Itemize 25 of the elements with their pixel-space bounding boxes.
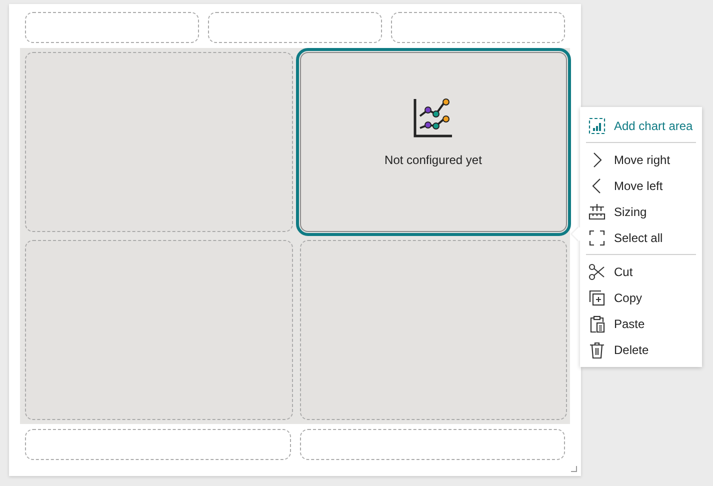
menu-item[interactable]: Select all	[580, 225, 702, 251]
chart-area-icon	[588, 117, 606, 135]
menu-item[interactable]: Cut	[580, 259, 702, 285]
menu-item[interactable]: Delete	[580, 337, 702, 363]
menu-item[interactable]: Sizing	[580, 199, 702, 225]
status-text: Not configured yet	[384, 153, 482, 167]
trash-icon	[588, 341, 606, 359]
copy-icon	[588, 289, 606, 307]
chart-panel[interactable]: Not configured yet	[300, 52, 567, 232]
header-slot[interactable]	[391, 12, 565, 43]
menu-item[interactable]: Paste	[580, 311, 702, 337]
select-all-icon	[588, 229, 606, 247]
menu-item[interactable]: Add chart area	[580, 113, 702, 139]
menu-item[interactable]: Move right	[580, 147, 702, 173]
header-slot[interactable]	[208, 12, 382, 43]
scissors-icon	[588, 263, 606, 281]
clipboard-icon	[588, 315, 606, 333]
header-slot[interactable]	[25, 12, 199, 43]
line-chart-icon	[412, 97, 454, 139]
menu-item[interactable]: Copy	[580, 285, 702, 311]
footer-slot[interactable]	[300, 429, 565, 460]
ruler-icon	[588, 203, 606, 221]
menu-item[interactable]: Move left	[580, 173, 702, 199]
footer-slot[interactable]	[25, 429, 290, 460]
resize-handle[interactable]	[571, 466, 577, 472]
